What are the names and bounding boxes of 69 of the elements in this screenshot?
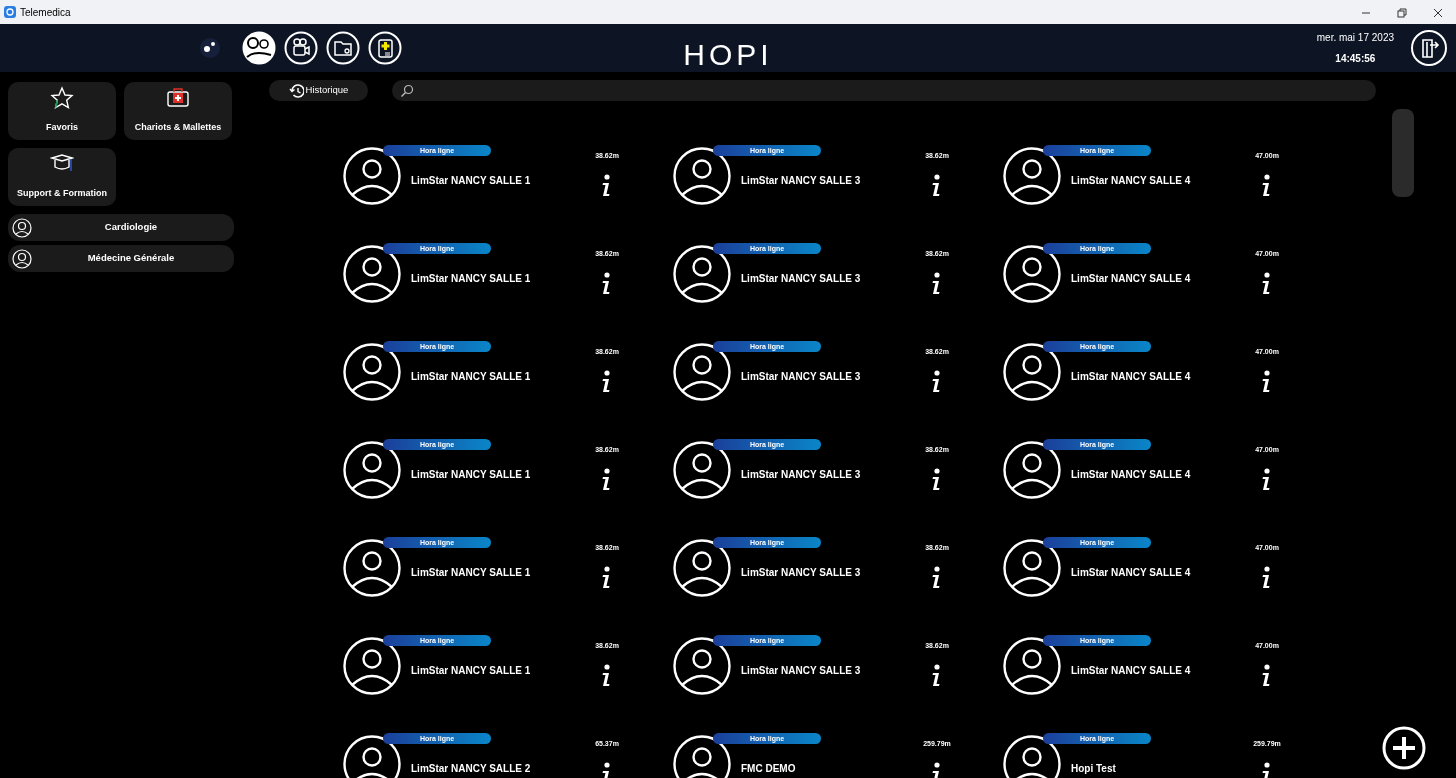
- avatar-icon: [343, 637, 401, 695]
- avatar-icon: [1003, 637, 1061, 695]
- contact-name: LimStar NANCY SALLE 1: [411, 272, 532, 286]
- contact-name: LimStar NANCY SALLE 1: [411, 468, 532, 482]
- contact-name: LimStar NANCY SALLE 1: [411, 566, 532, 580]
- scrollbar-thumb[interactable]: [1392, 109, 1414, 197]
- user-icon: [12, 217, 32, 238]
- sidebar-tile[interactable]: Support & Formation: [8, 148, 116, 206]
- contact-name: LimStar NANCY SALLE 1: [411, 370, 532, 384]
- restore-icon[interactable]: [1397, 7, 1407, 18]
- window-title: Telemedica: [19, 5, 71, 20]
- avatar-icon: [1003, 441, 1061, 499]
- star-icon: [50, 86, 74, 110]
- contact-name: LimStar NANCY SALLE 3: [741, 370, 862, 384]
- contact-name: LimStar NANCY SALLE 4: [1071, 566, 1192, 580]
- search-field[interactable]: [392, 80, 1376, 101]
- history-button[interactable]: Historique: [269, 80, 368, 101]
- contact-name: LimStar NANCY SALLE 2: [411, 762, 532, 776]
- contact-name: Hopi Test: [1071, 762, 1117, 776]
- avatar-icon: [343, 343, 401, 401]
- logout-icon[interactable]: [1410, 29, 1448, 67]
- contact-name: LimStar NANCY SALLE 4: [1071, 174, 1192, 188]
- contact-name: LimStar NANCY SALLE 4: [1071, 370, 1192, 384]
- avatar-icon: [673, 637, 731, 695]
- contacts-icon[interactable]: [242, 31, 276, 65]
- avatar-icon: [673, 343, 731, 401]
- medical-kit-icon: [166, 86, 190, 110]
- avatar-icon: [673, 735, 731, 778]
- clipboard-icon[interactable]: [368, 31, 402, 65]
- contact-name: LimStar NANCY SALLE 3: [741, 174, 862, 188]
- contact-name: LimStar NANCY SALLE 1: [411, 174, 532, 188]
- date-text: mer. mai 17 2023: [1316, 31, 1394, 45]
- search-icon: [400, 83, 414, 98]
- avatar-icon: [1003, 735, 1061, 778]
- contact-name: LimStar NANCY SALLE 3: [741, 664, 862, 678]
- contact-name: LimStar NANCY SALLE 4: [1071, 664, 1192, 678]
- folder-icon[interactable]: [326, 31, 360, 65]
- add-button[interactable]: [1382, 726, 1426, 770]
- avatar-icon: [673, 245, 731, 303]
- avatar-icon: [343, 441, 401, 499]
- avatar-icon: [673, 539, 731, 597]
- close-icon[interactable]: [1433, 7, 1443, 18]
- time-text: 14:45:56: [1334, 52, 1377, 66]
- contact-name: LimStar NANCY SALLE 3: [741, 272, 862, 286]
- avatar-icon: [1003, 147, 1061, 205]
- group-item[interactable]: Médecine Générale: [8, 245, 234, 272]
- app-logo: HOPI: [683, 38, 773, 71]
- user-icon: [12, 248, 32, 269]
- contact-name: LimStar NANCY SALLE 1: [411, 664, 532, 678]
- sidebar-tile[interactable]: Chariots & Mallettes: [124, 82, 232, 140]
- contact-name: LimStar NANCY SALLE 3: [741, 468, 862, 482]
- app-icon: [4, 6, 16, 18]
- sidebar-tile[interactable]: Favoris: [8, 82, 116, 140]
- avatar-icon: [673, 147, 731, 205]
- avatar-icon: [343, 147, 401, 205]
- contact-name: LimStar NANCY SALLE 3: [741, 566, 862, 580]
- avatar-icon: [673, 441, 731, 499]
- group-item[interactable]: Cardiologie: [8, 214, 234, 241]
- contact-name: FMC DEMO: [741, 762, 797, 776]
- avatar-icon: [1003, 539, 1061, 597]
- avatar-icon: [343, 735, 401, 778]
- avatar-icon: [343, 245, 401, 303]
- history-icon: [288, 83, 304, 98]
- contact-name: LimStar NANCY SALLE 4: [1071, 468, 1192, 482]
- video-camera-icon[interactable]: [284, 31, 318, 65]
- contact-name: LimStar NANCY SALLE 4: [1071, 272, 1192, 286]
- avatar-icon: [1003, 343, 1061, 401]
- avatar-icon: [1003, 245, 1061, 303]
- avatar-icon: [343, 539, 401, 597]
